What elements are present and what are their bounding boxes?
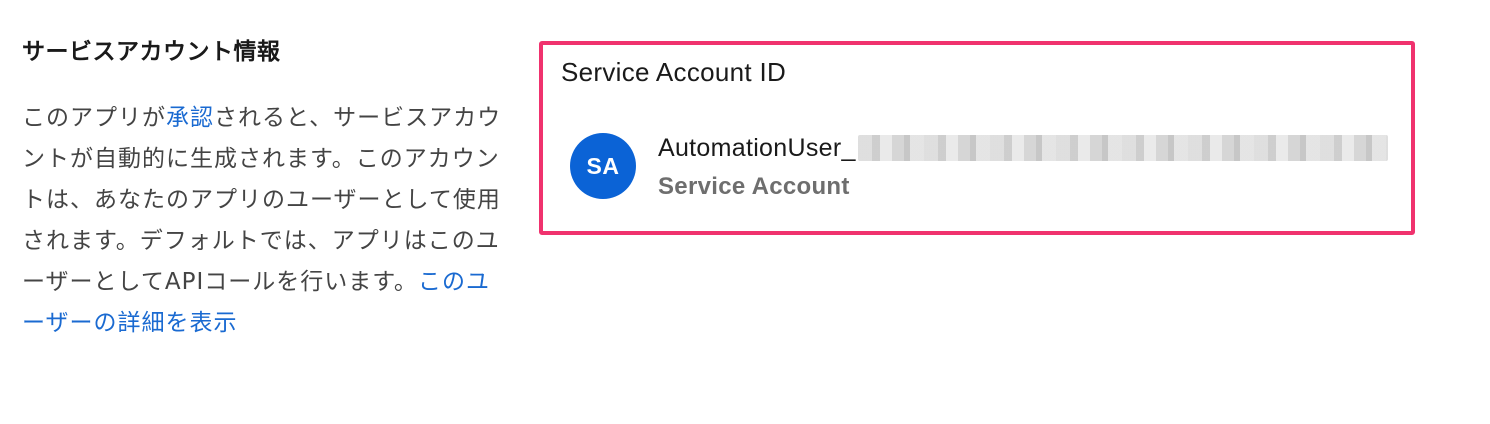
- section-description: このアプリが承認されると、サービスアカウントが自動的に生成されます。このアカウン…: [22, 98, 502, 344]
- description-text-1: このアプリが: [22, 105, 166, 131]
- avatar: SA: [570, 133, 636, 199]
- card-label: Service Account ID: [561, 57, 787, 87]
- service-account-info-section: サービスアカウント情報 このアプリが承認されると、サービスアカウントが自動的に生…: [22, 34, 502, 344]
- description-text-2: されると、サービスアカウントが自動的に生成されます。このアカウントは、あなたのア…: [22, 105, 502, 295]
- user-type-label: Service Account: [658, 173, 850, 200]
- section-title: サービスアカウント情報: [22, 39, 281, 65]
- user-name: AutomationUser_: [658, 133, 856, 162]
- user-name-row: AutomationUser_: [658, 131, 1388, 165]
- page: サービスアカウント情報 このアプリが承認されると、サービスアカウントが自動的に生…: [0, 0, 1490, 424]
- service-account-id-card: Service Account ID SA AutomationUser_ Se…: [539, 41, 1415, 235]
- redacted-id: [857, 135, 1388, 161]
- approve-link[interactable]: 承認: [166, 105, 214, 131]
